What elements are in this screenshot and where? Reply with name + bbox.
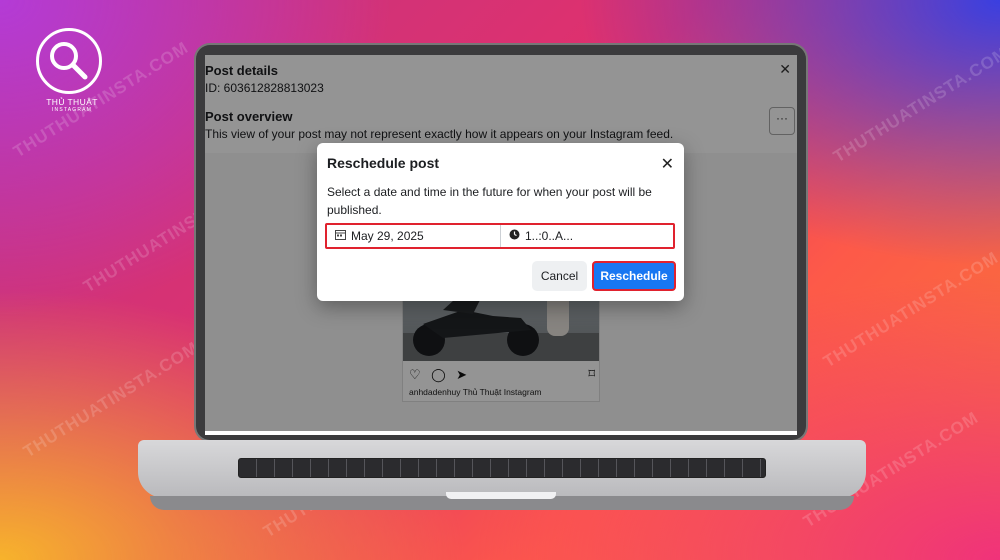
clock-icon (509, 229, 520, 243)
reschedule-button[interactable]: Reschedule (592, 261, 676, 291)
date-picker[interactable]: May 29, 2025 (327, 225, 501, 247)
time-picker[interactable]: 1..:0..A... (501, 225, 673, 247)
laptop-notch (446, 492, 556, 499)
magnifier-icon (36, 28, 102, 94)
brand-sub: INSTAGRAM (51, 107, 93, 113)
dialog-title: Reschedule post (327, 155, 440, 171)
reschedule-dialog: Reschedule post ✕ Select a date and time… (317, 143, 684, 301)
watermark: THUTHUATINSTA.COM (820, 247, 1000, 372)
datetime-fields: May 29, 2025 1..:0..A... (325, 223, 675, 249)
cancel-button[interactable]: Cancel (532, 261, 587, 291)
page-footer-strip (205, 431, 797, 435)
laptop-keyboard (238, 458, 766, 478)
watermark: THUTHUATINSTA.COM (830, 42, 1000, 167)
date-value: May 29, 2025 (351, 229, 424, 243)
brand-logo: THỦ THUẬT INSTAGRAM (36, 28, 108, 113)
brand-name: THỦ THUẬT (46, 97, 98, 107)
calendar-icon (335, 229, 346, 243)
time-value: 1..:0..A... (525, 229, 574, 243)
close-icon[interactable]: ✕ (661, 154, 674, 174)
dialog-description: Select a date and time in the future for… (327, 185, 652, 217)
